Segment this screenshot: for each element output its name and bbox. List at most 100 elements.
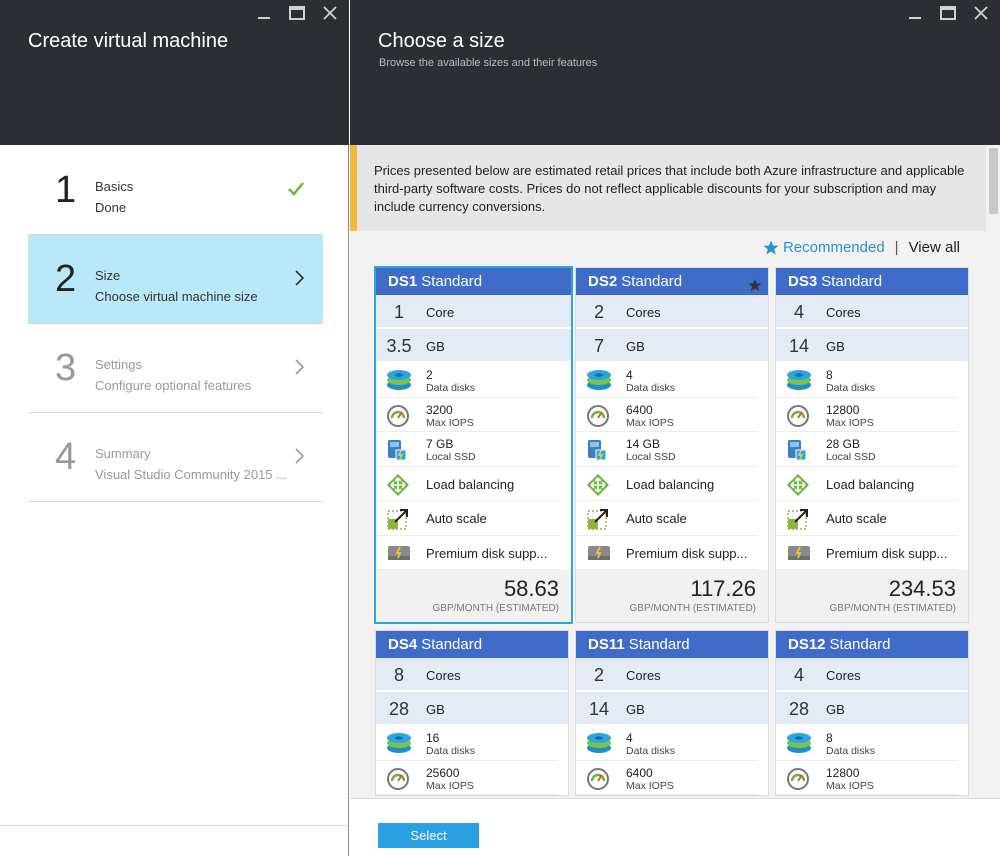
data-disks-icon — [386, 732, 412, 759]
size-card-ds11[interactable]: DS11 Standard 2 Cores 14 GB 4 Data disks 6400 Max… — [575, 630, 769, 796]
max-iops-value: 6400 — [626, 765, 653, 780]
close-icon[interactable] — [974, 6, 988, 20]
data-disks-value: 4 — [626, 731, 633, 745]
data-disks-label: Data disks — [626, 382, 676, 394]
data-disks-value: 16 — [426, 731, 440, 745]
premium-disk: Premium disk supp... — [576, 536, 758, 570]
step-size[interactable]: 2 Size Choose virtual machine size — [28, 235, 323, 324]
data-disks-label: Data disks — [426, 382, 476, 394]
gauge-icon — [786, 404, 810, 433]
size-tier: Standard — [421, 636, 483, 653]
cores-value: 8 — [393, 665, 404, 685]
size-card-ds3[interactable]: DS3 Standard 4 Cores 14 GB 8 Data disks 12800 Max… — [775, 267, 969, 623]
data-disks-label: Data disks — [826, 382, 876, 394]
cores-value: 4 — [793, 665, 804, 685]
maximize-icon[interactable] — [940, 6, 956, 20]
price-box: 58.63 GBP/MONTH (ESTIMATED) — [376, 570, 571, 622]
auto-scale: Auto scale — [776, 501, 958, 536]
right-window-controls — [908, 6, 988, 20]
left-footer-divider — [0, 825, 349, 826]
data-disks-icon — [786, 732, 812, 759]
local-ssd: 7 GB Local SSD — [376, 432, 561, 467]
step-title: Settings — [95, 357, 142, 372]
memory-row: 28 GB — [376, 692, 568, 726]
premium-disk-icon — [386, 542, 412, 569]
gauge-icon — [386, 767, 410, 796]
local-ssd-label: Local SSD — [826, 451, 876, 463]
card-header: DS4 Standard — [376, 631, 568, 658]
size-card-ds1[interactable]: DS1 Standard 1 Core 3.5 GB 2 Data disks 3200 Max … — [374, 266, 573, 624]
auto-scale-icon — [386, 507, 410, 536]
price-unit: GBP/MONTH (ESTIMATED) — [432, 603, 559, 614]
cores-label: Cores — [426, 668, 461, 683]
gauge-icon — [786, 767, 810, 796]
star-icon — [763, 240, 779, 255]
step-title: Size — [95, 268, 121, 283]
local-ssd-value: 14 GB — [626, 437, 661, 451]
max-iops: 25600 Max IOPS — [376, 761, 558, 796]
data-disks: 8 Data disks — [776, 363, 958, 398]
max-iops-label: Max IOPS — [426, 416, 474, 429]
load-balancing-label: Load balancing — [626, 476, 715, 492]
memory-value: 3.5 — [386, 336, 412, 356]
premium-disk-icon — [786, 542, 812, 569]
step-summary[interactable]: 4 Summary Visual Studio Community 2015 .… — [28, 413, 323, 502]
premium-disk-label: Premium disk supp... — [626, 545, 748, 561]
cores-row: 4 Cores — [776, 658, 968, 692]
step-settings[interactable]: 3 Settings Configure optional features — [28, 324, 323, 413]
cores-label: Core — [426, 305, 455, 320]
premium-disk: Premium disk supp... — [376, 536, 561, 570]
data-disks-value: 8 — [826, 731, 833, 745]
memory-row: 28 GB — [776, 692, 968, 726]
step-number: 1 — [55, 169, 77, 211]
cores-label: Cores — [626, 305, 661, 320]
ssd-icon — [786, 438, 808, 467]
size-card-ds2[interactable]: DS2 Standard 2 Cores 7 GB 4 Data disks 6400 Max I… — [575, 267, 769, 623]
right-blade-header: Choose a size Browse the available sizes… — [350, 0, 1000, 145]
close-icon[interactable] — [323, 6, 337, 20]
premium-disk-label: Premium disk supp... — [426, 545, 548, 561]
size-card-ds12[interactable]: DS12 Standard 4 Cores 28 GB 8 Data disks 12800 Ma… — [775, 630, 969, 796]
step-description: Configure optional features — [95, 378, 252, 393]
memory-unit: GB — [426, 702, 445, 717]
view-all-link[interactable]: View all — [909, 239, 960, 256]
max-iops-value: 3200 — [426, 402, 453, 417]
select-button[interactable]: Select — [378, 823, 479, 848]
recommended-filter[interactable]: Recommended — [763, 239, 885, 256]
load-balancing-icon — [386, 473, 410, 502]
memory-unit: GB — [626, 702, 645, 717]
max-iops-value: 12800 — [826, 765, 860, 780]
price-unit: GBP/MONTH (ESTIMATED) — [829, 603, 956, 614]
max-iops-label: Max IOPS — [826, 416, 874, 429]
minimize-icon[interactable] — [257, 6, 271, 20]
step-title: Basics — [95, 179, 134, 194]
data-disks-value: 4 — [626, 368, 633, 382]
load-balancing-label: Load balancing — [826, 476, 915, 492]
size-card-ds4[interactable]: DS4 Standard 8 Cores 28 GB 16 Data disks 25600 Ma… — [375, 630, 569, 796]
price-box: 117.26 GBP/MONTH (ESTIMATED) — [576, 570, 768, 622]
filter-separator: | — [894, 239, 899, 256]
cores-row: 2 Cores — [576, 658, 768, 692]
size-tier: Standard — [421, 273, 483, 290]
auto-scale: Auto scale — [376, 501, 561, 536]
data-disks-icon — [786, 369, 812, 396]
memory-unit: GB — [826, 339, 845, 354]
blade-footer: Select — [350, 798, 1000, 856]
step-basics[interactable]: 1 Basics Done — [28, 146, 323, 235]
premium-disk-label: Premium disk supp... — [826, 545, 948, 561]
step-number: 4 — [55, 436, 77, 478]
maximize-icon[interactable] — [289, 6, 305, 20]
data-disks-value: 2 — [426, 368, 433, 382]
ssd-icon — [586, 438, 608, 467]
size-tier: Standard — [628, 636, 690, 653]
create-vm-blade: Create virtual machine 1 Basics Done 2 S… — [0, 0, 349, 856]
cores-label: Cores — [626, 668, 661, 683]
size-tier: Standard — [621, 273, 683, 290]
size-tier: Standard — [829, 636, 891, 653]
minimize-icon[interactable] — [908, 6, 922, 20]
cores-row: 8 Cores — [376, 658, 568, 692]
step-number: 2 — [55, 258, 77, 300]
load-balancing: Load balancing — [376, 467, 561, 502]
scrollbar-thumb[interactable] — [989, 148, 998, 214]
memory-row: 3.5 GB — [376, 329, 571, 363]
